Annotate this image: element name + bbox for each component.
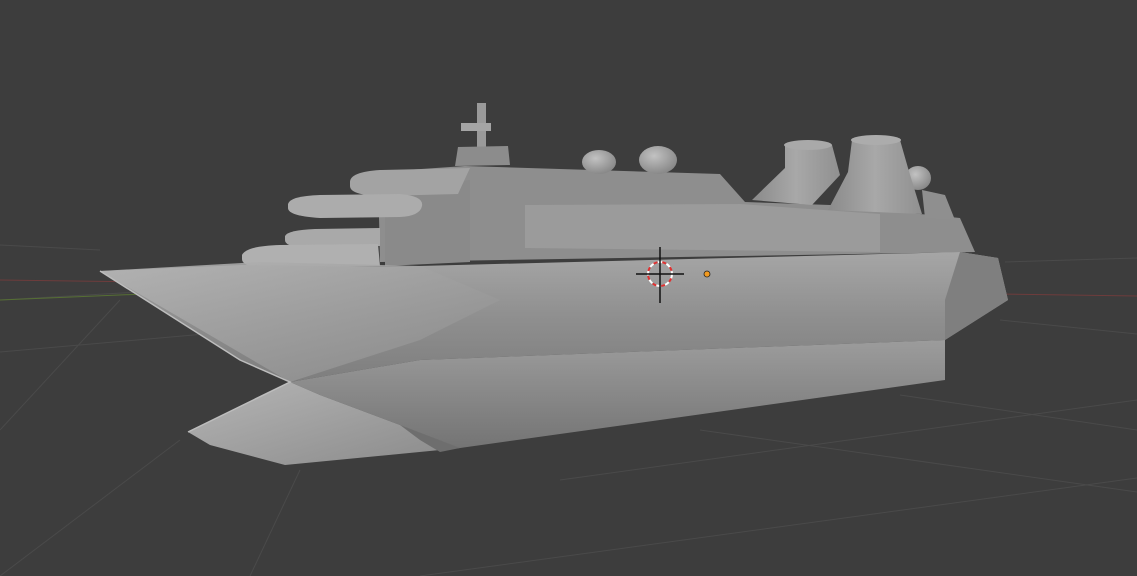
radar-dome-right [639, 146, 677, 174]
stern-deck-block [922, 190, 955, 220]
funnel-front [752, 145, 840, 205]
cruise-ship-model[interactable] [99, 103, 1008, 465]
object-origin-dot [703, 270, 711, 278]
3d-viewport[interactable] [0, 0, 1137, 576]
superstructure-band [525, 204, 880, 252]
funnel-rear [828, 140, 922, 214]
funnel-front-top [784, 140, 832, 150]
deck-tier-top [350, 168, 470, 196]
bridge-block [455, 146, 510, 166]
funnel-rear-top [851, 135, 901, 145]
radar-dome-left [582, 150, 616, 174]
ship-mast-arm [461, 123, 491, 131]
deck-tier-upper [288, 194, 423, 218]
viewport-canvas[interactable] [0, 0, 1137, 576]
